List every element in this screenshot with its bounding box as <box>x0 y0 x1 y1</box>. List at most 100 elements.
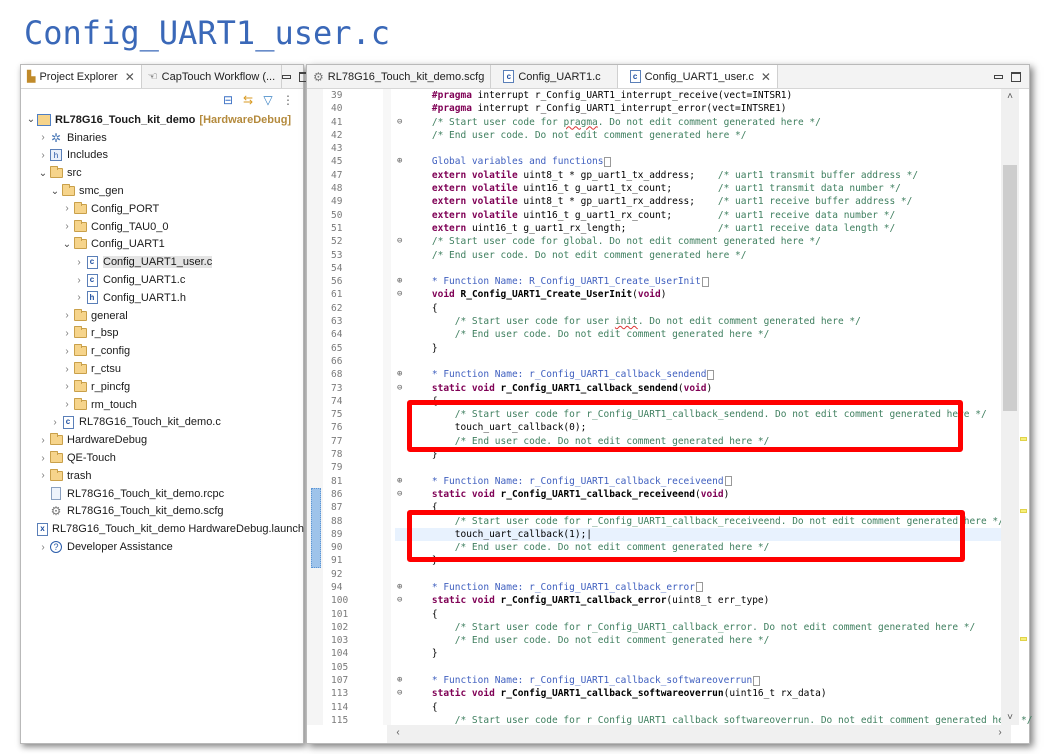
code-line[interactable] <box>395 661 1001 674</box>
view-menu-icon[interactable]: ⋮ <box>281 93 295 107</box>
chevron-right-icon[interactable]: › <box>61 221 73 232</box>
code-line[interactable]: extern volatile uint8_t * gp_uart1_tx_ad… <box>395 169 1001 182</box>
expand-fold-icon[interactable]: ⊕ <box>397 275 402 288</box>
code-line[interactable]: ⊕ * Function Name: r_Config_UART1_callba… <box>395 581 1001 594</box>
code-editor[interactable]: 39 40 41 42 43 45 47 48 49 50 51 52 53 54 56 61 62 63 64 65… <box>307 89 1032 726</box>
collapse-fold-icon[interactable]: ⊖ <box>397 594 402 607</box>
collapse-fold-icon[interactable]: ⊖ <box>397 687 402 700</box>
chevron-right-icon[interactable]: › <box>37 453 49 464</box>
code-line[interactable]: { <box>395 608 1001 621</box>
chevron-right-icon[interactable]: › <box>61 346 73 357</box>
tree-item[interactable]: › r_config <box>21 342 303 360</box>
tree-item[interactable]: › general <box>21 307 303 325</box>
code-line[interactable]: ⊖ static void r_Config_UART1_callback_se… <box>395 382 1001 395</box>
chevron-right-icon[interactable]: › <box>37 150 49 161</box>
tree-item[interactable]: › h Config_UART1.h <box>21 289 303 307</box>
tree-item[interactable]: › r_pincfg <box>21 378 303 396</box>
tree-item[interactable]: › Config_PORT <box>21 200 303 218</box>
code-line[interactable]: #pragma interrupt r_Config_UART1_interru… <box>395 89 1001 102</box>
code-line[interactable]: touch_uart_callback(1);| <box>395 527 1001 542</box>
code-line[interactable]: ⊕ * Function Name: R_Config_UART1_Create… <box>395 275 1001 288</box>
chevron-right-icon[interactable]: › <box>61 328 73 339</box>
code-line[interactable]: } <box>395 342 1001 355</box>
tree-item[interactable]: ⚙ RL78G16_Touch_kit_demo.scfg <box>21 503 303 521</box>
chevron-right-icon[interactable]: › <box>37 435 49 446</box>
code-line[interactable]: /* End user code. Do not edit comment ge… <box>395 249 1001 262</box>
overview-marker[interactable] <box>1020 509 1027 513</box>
collapse-fold-icon[interactable]: ⊖ <box>397 288 402 301</box>
chevron-right-icon[interactable]: › <box>37 470 49 481</box>
code-line[interactable]: #pragma interrupt r_Config_UART1_interru… <box>395 102 1001 115</box>
chevron-right-icon[interactable]: › <box>73 275 85 286</box>
code-line[interactable]: /* End user code. Do not edit comment ge… <box>395 634 1001 647</box>
vertical-scrollbar[interactable]: ˄ ˅ <box>1001 89 1019 725</box>
chevron-right-icon[interactable]: › <box>49 417 61 428</box>
expand-fold-icon[interactable]: ⊕ <box>397 155 402 168</box>
code-line[interactable]: /* End user code. Do not edit comment ge… <box>395 541 1001 554</box>
expand-fold-icon[interactable]: ⊕ <box>397 475 402 488</box>
overview-marker[interactable] <box>1020 637 1027 641</box>
tab-config-uart1-user-c[interactable]: c Config_UART1_user.c ✕ <box>617 65 778 88</box>
chevron-right-icon[interactable]: › <box>61 364 73 375</box>
code-line[interactable]: } <box>395 554 1001 567</box>
tree-item[interactable]: ⌄ src <box>21 164 303 182</box>
tree-item[interactable]: › QE-Touch <box>21 449 303 467</box>
code-line[interactable]: /* Start user code for user init. Do not… <box>395 315 1001 328</box>
code-line[interactable]: touch_uart_callback(0); <box>395 421 1001 434</box>
code-line[interactable]: /* Start user code for r_Config_UART1_ca… <box>395 408 1001 421</box>
chevron-down-icon[interactable]: ⌄ <box>25 114 37 125</box>
tree-item[interactable]: ›? Developer Assistance <box>21 538 303 556</box>
chevron-right-icon[interactable]: › <box>61 381 73 392</box>
tree-item[interactable]: › ✲ Binaries <box>21 129 303 147</box>
chevron-right-icon[interactable]: › <box>61 310 73 321</box>
chevron-down-icon[interactable]: ⌄ <box>49 186 61 197</box>
tree-item[interactable]: › c Config_UART1_user.c <box>21 253 303 271</box>
overview-marker[interactable] <box>1020 437 1027 441</box>
code-line[interactable] <box>395 262 1001 275</box>
scroll-up-icon[interactable]: ˄ <box>1001 91 1019 102</box>
code-line[interactable] <box>395 355 1001 368</box>
chevron-right-icon[interactable]: › <box>73 292 85 303</box>
tree-item[interactable]: › rm_touch <box>21 396 303 414</box>
code-line[interactable]: { <box>395 501 1001 514</box>
code-line[interactable]: { <box>395 395 1001 408</box>
collapse-fold-icon[interactable]: ⊖ <box>397 235 402 248</box>
chevron-right-icon[interactable]: › <box>61 399 73 410</box>
code-line[interactable]: /* Start user code for r_Config_UART1_ca… <box>395 515 1004 528</box>
code-line[interactable]: extern volatile uint16_t g_uart1_tx_coun… <box>395 182 1001 195</box>
tab-project-explorer[interactable]: ▙ Project Explorer ✕ <box>21 65 142 88</box>
chevron-right-icon[interactable]: › <box>37 542 49 553</box>
scroll-right-icon[interactable]: › <box>993 727 1007 738</box>
tree-item[interactable]: › HardwareDebug <box>21 431 303 449</box>
tree-item[interactable]: › c Config_UART1.c <box>21 271 303 289</box>
code-line[interactable]: ⊖ static void r_Config_UART1_callback_re… <box>395 488 1001 501</box>
tree-item[interactable]: ⌄ Config_UART1 <box>21 236 303 254</box>
code-line[interactable]: extern volatile uint16_t g_uart1_rx_coun… <box>395 209 1001 222</box>
tree-item[interactable]: › h Includes <box>21 147 303 165</box>
code-line[interactable]: extern volatile uint8_t * gp_uart1_rx_ad… <box>395 195 1001 208</box>
code-line[interactable]: { <box>395 701 1001 714</box>
tab-captouch-workflow[interactable]: ☜ CapTouch Workflow (... <box>142 65 283 88</box>
collapse-fold-icon[interactable]: ⊖ <box>397 382 402 395</box>
minimize-icon[interactable] <box>994 74 1003 79</box>
code-area[interactable]: #pragma interrupt r_Config_UART1_interru… <box>395 89 1032 726</box>
tab-scfg[interactable]: ⚙ RL78G16_Touch_kit_demo.scfg <box>307 65 492 88</box>
code-line[interactable]: /* Start user code for r_Config_UART1_ca… <box>395 621 1001 634</box>
collapse-all-icon[interactable]: ⊟ <box>221 93 235 107</box>
collapse-fold-icon[interactable]: ⊖ <box>397 116 402 129</box>
chevron-down-icon[interactable]: ⌄ <box>37 168 49 179</box>
code-line[interactable]: ⊕ Global variables and functions <box>395 155 1001 168</box>
code-line[interactable]: ⊖ /* Start user code for pragma. Do not … <box>395 116 1001 129</box>
expand-fold-icon[interactable]: ⊕ <box>397 674 402 687</box>
maximize-icon[interactable] <box>1011 71 1021 82</box>
scroll-left-icon[interactable]: ‹ <box>391 727 405 738</box>
chevron-right-icon[interactable]: › <box>73 257 85 268</box>
code-line[interactable]: { <box>395 302 1001 315</box>
tree-item[interactable]: › r_ctsu <box>21 360 303 378</box>
code-line[interactable]: ⊖ static void r_Config_UART1_callback_er… <box>395 594 1001 607</box>
code-line[interactable]: ⊖ static void r_Config_UART1_callback_so… <box>395 687 1001 700</box>
code-line[interactable]: } <box>395 448 1001 461</box>
collapse-fold-icon[interactable]: ⊖ <box>397 488 402 501</box>
code-line[interactable] <box>395 142 1001 155</box>
chevron-right-icon[interactable]: › <box>61 203 73 214</box>
